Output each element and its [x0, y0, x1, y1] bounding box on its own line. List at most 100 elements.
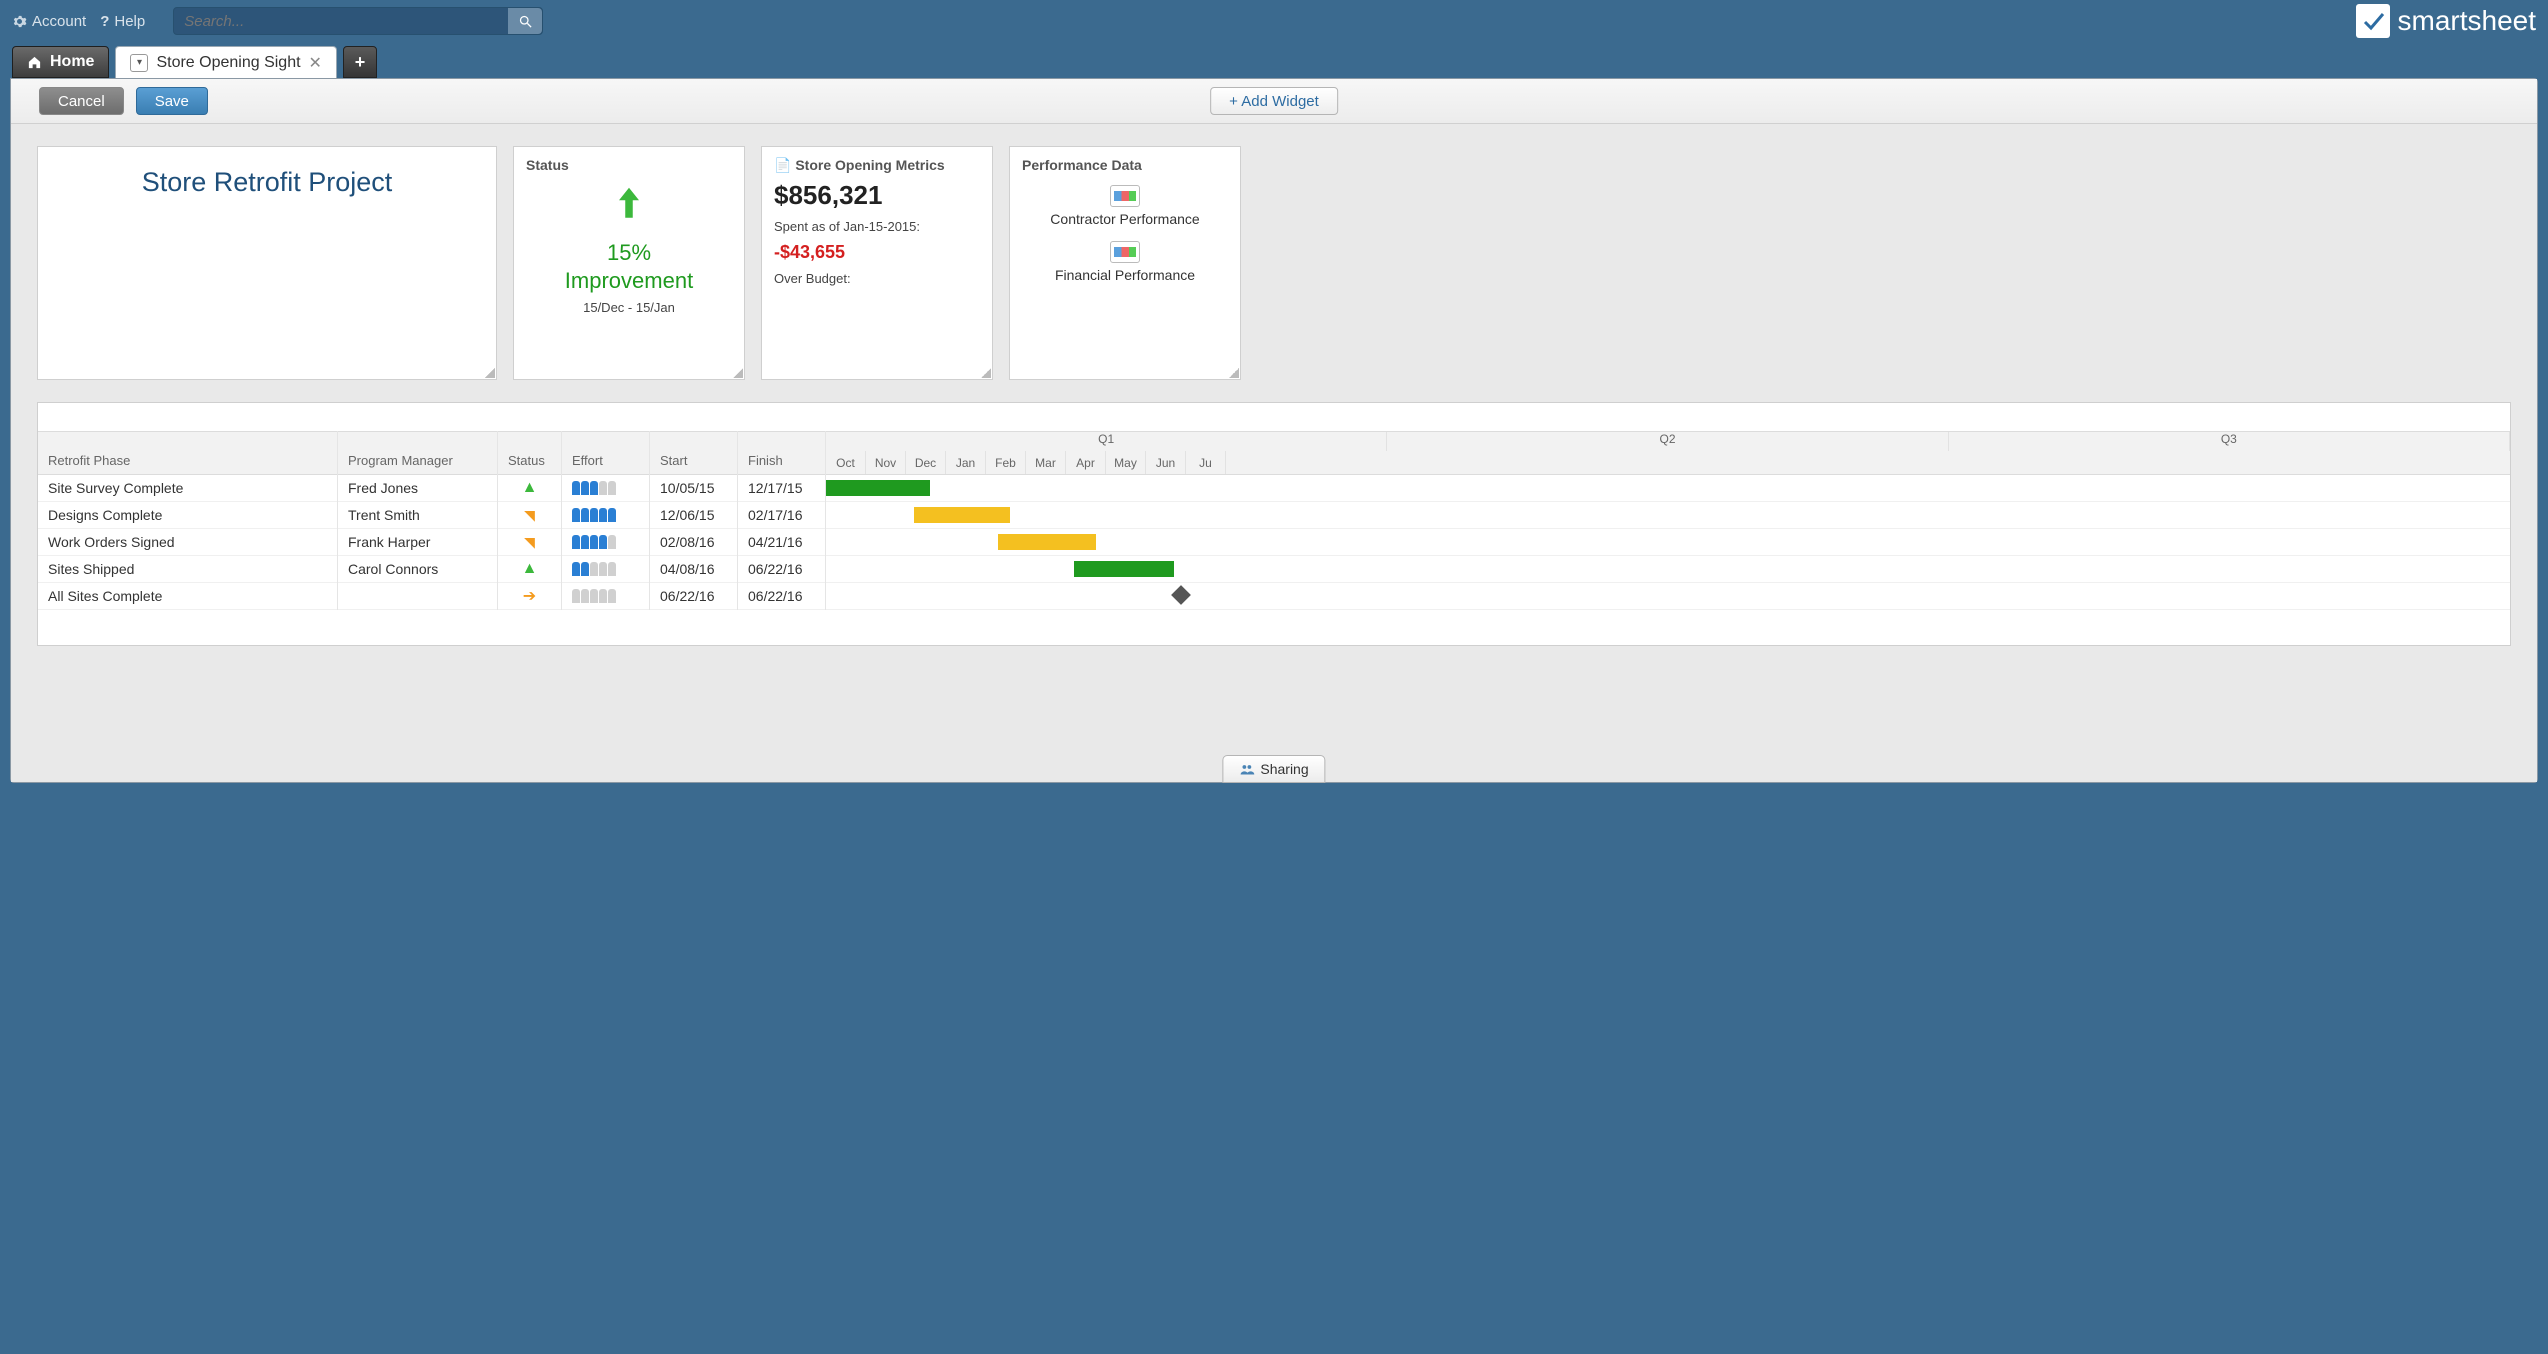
gantt-bar[interactable]: [826, 480, 930, 496]
tab-add[interactable]: +: [343, 46, 377, 78]
people-icon: [1239, 762, 1254, 777]
gantt-header-status: Status: [498, 431, 561, 475]
gantt-row[interactable]: [826, 583, 2510, 610]
gantt-cell[interactable]: Sites Shipped: [38, 556, 337, 583]
gantt-cell[interactable]: [338, 583, 497, 610]
performance-widget[interactable]: Performance Data Contractor Performance …: [1009, 146, 1241, 380]
dashboard-canvas: Store Retrofit Project Status 15% Improv…: [11, 124, 2537, 782]
gantt-col-effort: Effort: [562, 431, 650, 610]
gantt-bar[interactable]: [1074, 561, 1174, 577]
gantt-cell[interactable]: [562, 556, 649, 583]
gantt-row[interactable]: [826, 502, 2510, 529]
help-link[interactable]: ? Help: [100, 13, 145, 30]
gantt-cell[interactable]: [562, 475, 649, 502]
sheet-icon: 📄: [774, 157, 791, 173]
metrics-over-amount: -$43,655: [774, 242, 980, 263]
gear-icon: [12, 14, 27, 29]
gantt-widget[interactable]: Retrofit PhaseSite Survey CompleteDesign…: [37, 402, 2511, 646]
month-label: Jun: [1146, 451, 1186, 474]
arrow-diag-icon: ◥: [508, 534, 551, 551]
month-label: Mar: [1026, 451, 1066, 474]
gantt-cell[interactable]: ➔: [498, 583, 561, 610]
gantt-cell[interactable]: 04/21/16: [738, 529, 825, 556]
title-widget[interactable]: Store Retrofit Project: [37, 146, 497, 380]
quarter-label: Q3: [1949, 432, 2510, 451]
month-label: Jan: [946, 451, 986, 474]
gantt-cell[interactable]: [562, 583, 649, 610]
search-input[interactable]: [174, 13, 508, 30]
sharing-label: Sharing: [1260, 761, 1308, 777]
gantt-cell[interactable]: 06/22/16: [738, 556, 825, 583]
resize-handle[interactable]: [1229, 368, 1239, 378]
gantt-cell[interactable]: 10/05/15: [650, 475, 737, 502]
brand-text: smartsheet: [2398, 5, 2537, 37]
account-link[interactable]: Account: [12, 13, 86, 30]
tab-active-label: Store Opening Sight: [156, 54, 300, 72]
question-icon: ?: [100, 13, 109, 30]
perf-link-2[interactable]: Financial Performance: [1010, 267, 1240, 283]
top-bar: Account ? Help smartsheet: [0, 0, 2548, 42]
arrow-diag-icon: ◥: [508, 507, 551, 524]
gantt-cell[interactable]: 12/06/15: [650, 502, 737, 529]
gantt-cell[interactable]: 02/17/16: [738, 502, 825, 529]
tab-close-icon[interactable]: ✕: [309, 53, 322, 73]
gantt-cell[interactable]: Site Survey Complete: [38, 475, 337, 502]
resize-handle[interactable]: [981, 368, 991, 378]
cancel-button[interactable]: Cancel: [39, 87, 124, 115]
effort-indicator: [572, 508, 616, 522]
tab-bar: Home ▾ Store Opening Sight ✕ +: [0, 42, 2548, 78]
arrow-up-icon: ▲: [508, 560, 551, 578]
arrow-up-icon: ▲: [508, 479, 551, 497]
effort-indicator: [572, 535, 616, 549]
gantt-cell[interactable]: 06/22/16: [650, 583, 737, 610]
month-label: Dec: [906, 451, 946, 474]
gantt-cell[interactable]: 04/08/16: [650, 556, 737, 583]
effort-indicator: [572, 589, 616, 603]
gantt-bar[interactable]: [998, 534, 1096, 550]
gantt-timeline: Q1Q2Q3OctNovDecJanFebMarAprMayJunJu: [826, 431, 2510, 610]
search-button[interactable]: [508, 8, 542, 34]
month-label: Apr: [1066, 451, 1106, 474]
gantt-row[interactable]: [826, 475, 2510, 502]
gantt-cell[interactable]: Work Orders Signed: [38, 529, 337, 556]
gantt-header-effort: Effort: [562, 431, 649, 475]
gantt-bar[interactable]: [914, 507, 1010, 523]
gantt-cell[interactable]: 02/08/16: [650, 529, 737, 556]
gantt-cell[interactable]: Trent Smith: [338, 502, 497, 529]
perf-link-1[interactable]: Contractor Performance: [1010, 211, 1240, 227]
status-range: 15/Dec - 15/Jan: [514, 300, 744, 315]
gantt-header-start: Start: [650, 431, 737, 475]
gantt-cell[interactable]: ◥: [498, 502, 561, 529]
sharing-button[interactable]: Sharing: [1222, 755, 1325, 783]
tab-home[interactable]: Home: [12, 46, 109, 78]
resize-handle[interactable]: [485, 368, 495, 378]
status-widget[interactable]: Status 15% Improvement 15/Dec - 15/Jan: [513, 146, 745, 380]
metrics-sub2: Over Budget:: [774, 271, 980, 286]
logo-mark-icon: [2356, 4, 2390, 38]
add-widget-button[interactable]: + Add Widget: [1210, 87, 1338, 115]
milestone-diamond-icon[interactable]: [1171, 585, 1191, 605]
gantt-cell[interactable]: Frank Harper: [338, 529, 497, 556]
gantt-cell[interactable]: [562, 529, 649, 556]
gantt-cell[interactable]: All Sites Complete: [38, 583, 337, 610]
metrics-widget[interactable]: 📄 Store Opening Metrics $856,321 Spent a…: [761, 146, 993, 380]
gantt-header-pm: Program Manager: [338, 431, 497, 475]
gantt-cell[interactable]: ▲: [498, 556, 561, 583]
gantt-row[interactable]: [826, 556, 2510, 583]
gantt-cell[interactable]: Designs Complete: [38, 502, 337, 529]
gantt-cell[interactable]: Fred Jones: [338, 475, 497, 502]
resize-handle[interactable]: [733, 368, 743, 378]
gantt-cell[interactable]: ◥: [498, 529, 561, 556]
gantt-cell[interactable]: Carol Connors: [338, 556, 497, 583]
gantt-cell[interactable]: ▲: [498, 475, 561, 502]
effort-indicator: [572, 481, 616, 495]
gantt-col-finish: Finish12/17/1502/17/1604/21/1606/22/1606…: [738, 431, 826, 610]
account-label: Account: [32, 13, 86, 30]
save-button[interactable]: Save: [136, 87, 208, 115]
tab-dropdown-icon[interactable]: ▾: [130, 54, 148, 72]
tab-active[interactable]: ▾ Store Opening Sight ✕: [115, 46, 337, 78]
gantt-cell[interactable]: 06/22/16: [738, 583, 825, 610]
gantt-cell[interactable]: [562, 502, 649, 529]
gantt-row[interactable]: [826, 529, 2510, 556]
gantt-cell[interactable]: 12/17/15: [738, 475, 825, 502]
